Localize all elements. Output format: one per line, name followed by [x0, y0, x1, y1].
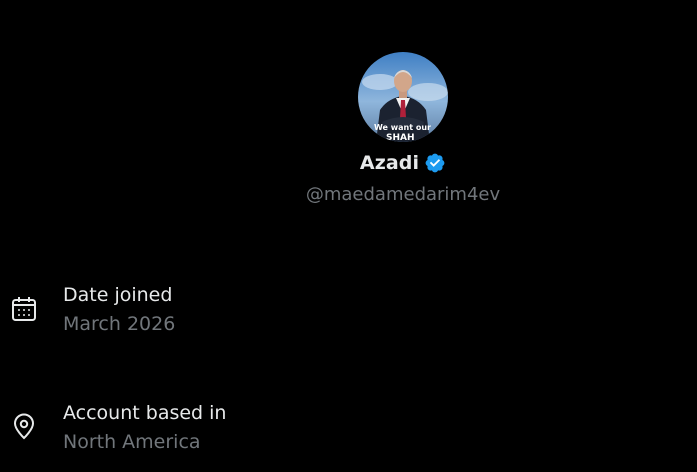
svg-text:We want our: We want our: [374, 123, 431, 132]
display-name: Azadi: [359, 152, 420, 174]
date-joined-row: Date joined March 2026: [0, 284, 697, 340]
profile-about-page: We want our SHAH Azadi @maedamedarim4ev: [0, 0, 697, 472]
location-pin-icon: [10, 413, 38, 441]
account-location-value: North America: [63, 431, 201, 453]
user-handle: @maedamedarim4ev: [305, 184, 501, 205]
verified-badge-icon: [424, 152, 446, 174]
date-joined-value: March 2026: [63, 313, 176, 335]
avatar-image: We want our SHAH: [358, 52, 448, 142]
account-location-row: Account based in North America: [0, 402, 697, 458]
svg-text:SHAH: SHAH: [386, 133, 415, 142]
name-row: Azadi: [0, 152, 697, 174]
account-location-label: Account based in: [63, 402, 227, 424]
date-joined-label: Date joined: [63, 284, 173, 306]
calendar-icon: [10, 295, 38, 323]
avatar[interactable]: We want our SHAH: [358, 52, 448, 142]
